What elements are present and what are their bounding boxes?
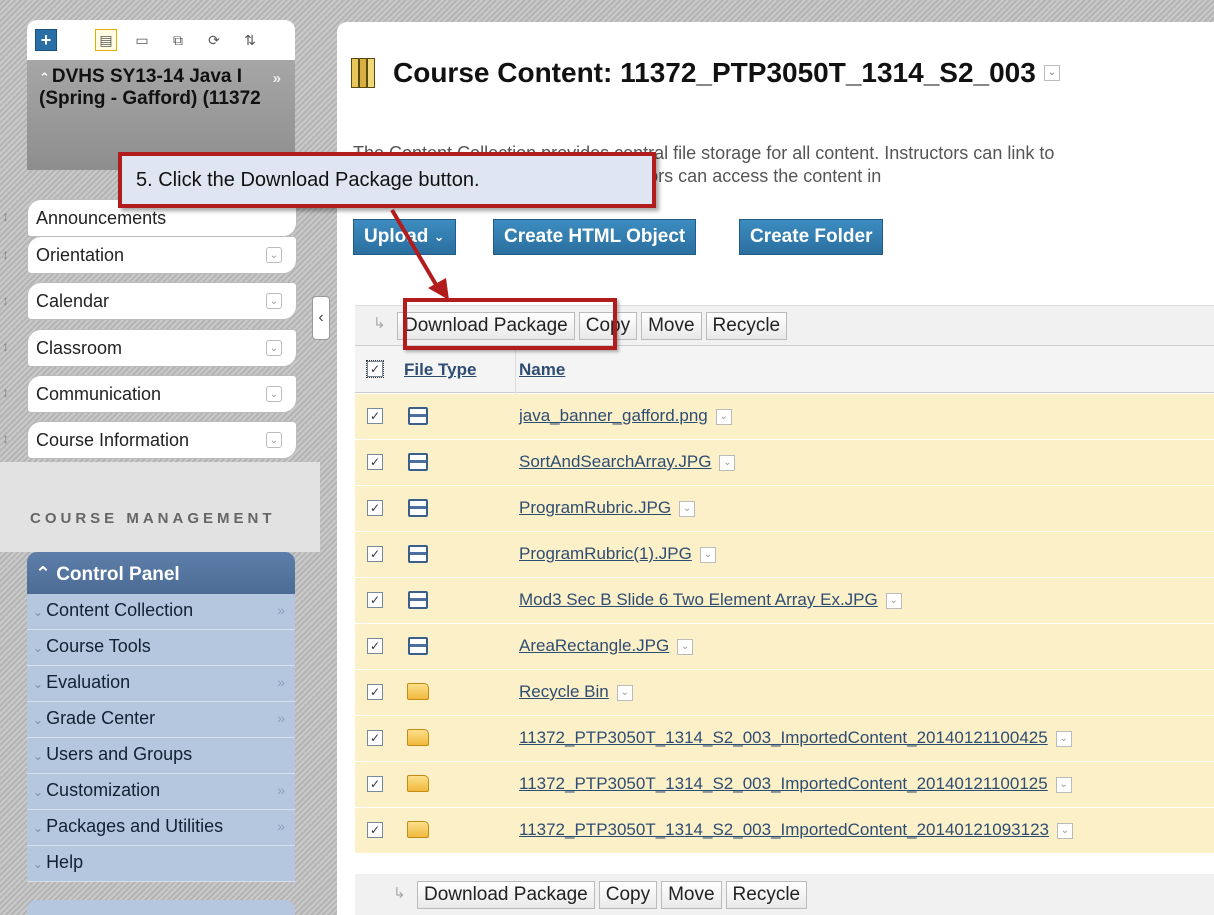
- highlight-box: [403, 298, 617, 350]
- callout-arrow: [390, 208, 449, 300]
